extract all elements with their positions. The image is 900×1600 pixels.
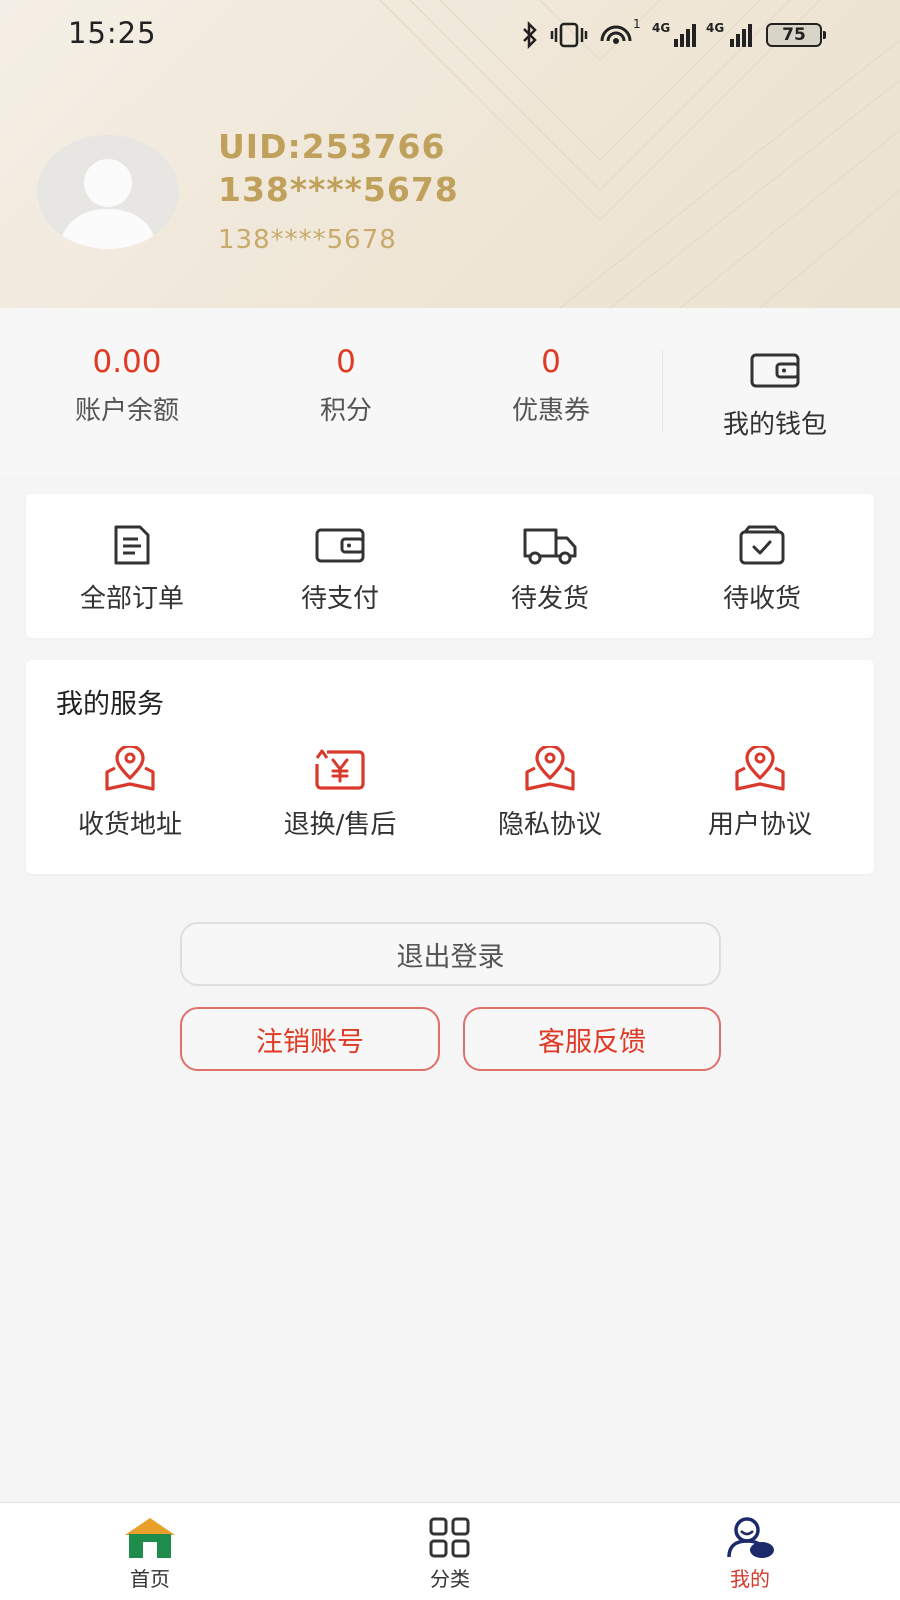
wallet-icon — [750, 353, 800, 388]
service-privacy[interactable]: 隐私协议 — [450, 746, 650, 841]
service-label: 用户协议 — [707, 810, 812, 840]
battery-level: 75 — [782, 25, 806, 45]
default-avatar-icon — [59, 159, 157, 249]
refund-yen-icon — [315, 749, 365, 790]
location-map-icon — [525, 746, 575, 791]
bluetooth-icon — [523, 21, 537, 49]
location-map-icon — [735, 746, 785, 791]
box-check-icon — [739, 525, 785, 565]
services-title: 我的服务 — [56, 689, 164, 720]
tab-label: 分类 — [430, 1567, 470, 1591]
user-phone-small: 138****5678 — [218, 225, 397, 255]
order-label: 待支付 — [300, 584, 379, 614]
user-icon — [727, 1517, 774, 1558]
location-map-icon — [105, 746, 155, 791]
document-icon — [114, 525, 150, 565]
status-bar: 15:25 1 4G 4G 75 — [0, 0, 900, 70]
avatar[interactable] — [37, 135, 179, 249]
feedback-button[interactable]: 客服反馈 — [463, 1007, 721, 1071]
order-label: 待收货 — [722, 584, 801, 614]
logout-button[interactable]: 退出登录 — [180, 922, 721, 986]
order-pending-receipt[interactable]: 待收货 — [662, 524, 862, 615]
signal-4g-icon — [730, 24, 752, 47]
signal-4g-icon — [674, 24, 696, 47]
status-icons: 1 4G 4G 75 — [520, 17, 826, 52]
stat-label: 账户余额 — [74, 396, 179, 426]
wallet-label: 我的钱包 — [722, 410, 827, 440]
my-wallet-button[interactable]: 我的钱包 — [700, 350, 850, 441]
service-address[interactable]: 收货地址 — [30, 746, 230, 841]
service-refund[interactable]: 退换/售后 — [240, 746, 440, 841]
service-user-agreement[interactable]: 用户协议 — [660, 746, 860, 841]
stat-value: 0 — [541, 344, 561, 380]
profile-header: 15:25 1 4G 4G 75 UID:253766 138****5678 … — [0, 0, 900, 308]
order-pending-shipment[interactable]: 待发货 — [450, 524, 650, 615]
stat-label: 积分 — [319, 396, 372, 426]
stat-value: 0 — [336, 344, 356, 380]
order-all[interactable]: 全部订单 — [32, 524, 232, 615]
order-pending-payment[interactable]: 待支付 — [240, 524, 440, 615]
tab-category[interactable]: 分类 — [390, 1515, 510, 1592]
service-label: 退换/售后 — [283, 810, 397, 840]
tab-mine[interactable]: 我的 — [690, 1515, 810, 1592]
wallet-icon — [315, 528, 365, 563]
order-label: 待发货 — [510, 584, 589, 614]
home-icon — [125, 1518, 175, 1558]
signal-4g-1: 4G — [652, 21, 696, 49]
account-stats: 0.00 账户余额 0 积分 0 优惠券 我的钱包 — [0, 308, 900, 478]
stat-label: 优惠券 — [511, 396, 590, 426]
user-uid: UID:253766 — [218, 127, 446, 166]
battery-icon: 75 — [766, 23, 826, 47]
stat-divider — [662, 350, 663, 432]
tab-label: 我的 — [730, 1567, 770, 1591]
status-time: 15:25 — [68, 16, 157, 50]
stat-coupons[interactable]: 0 优惠券 — [486, 344, 616, 427]
orders-card: 全部订单 待支付 待发货 待收货 — [26, 494, 874, 638]
stat-value: 0.00 — [92, 344, 162, 380]
service-label: 隐私协议 — [497, 810, 602, 840]
stat-points[interactable]: 0 积分 — [286, 344, 406, 427]
cancel-account-button[interactable]: 注销账号 — [180, 1007, 440, 1071]
bottom-tab-bar: 首页 分类 我的 — [0, 1502, 900, 1600]
services-card: 我的服务 收货地址 退换/售后 隐私协议 用户协议 — [26, 660, 874, 874]
order-label: 全部订单 — [79, 584, 184, 614]
grid-icon — [429, 1517, 470, 1558]
hotspot-icon — [600, 25, 632, 44]
vibrate-icon — [550, 22, 588, 48]
user-phone-bold: 138****5678 — [218, 170, 459, 209]
truck-icon — [523, 528, 577, 565]
service-label: 收货地址 — [77, 810, 182, 840]
tab-home[interactable]: 首页 — [90, 1515, 210, 1592]
hotspot-indicator: 1 — [598, 17, 642, 49]
tab-label: 首页 — [130, 1567, 170, 1591]
stat-balance[interactable]: 0.00 账户余额 — [52, 344, 202, 427]
signal-4g-2: 4G — [706, 21, 756, 49]
hotspot-count: 1 — [633, 17, 641, 31]
